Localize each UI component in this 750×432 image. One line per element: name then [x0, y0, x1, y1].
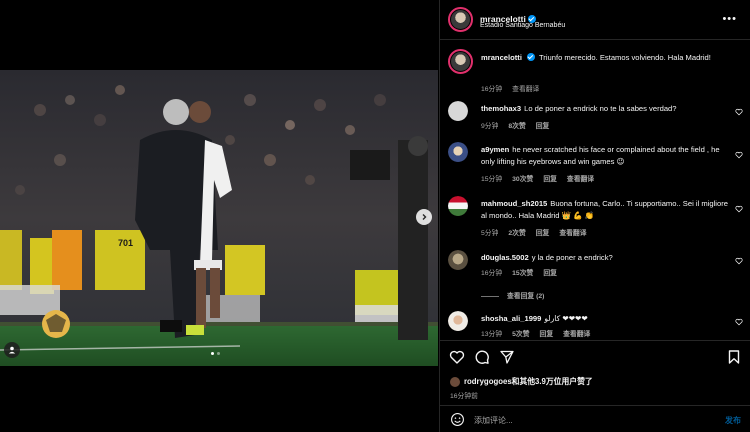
comment-text: d0uglas.5002 y la de poner a endrick?: [481, 252, 731, 264]
author-avatar[interactable]: [448, 7, 473, 32]
reply-button[interactable]: 回复: [536, 123, 550, 130]
comment-meta: 15分钟 30次赞 回复 查看翻译: [481, 173, 594, 183]
comment-likes[interactable]: 5次赞: [512, 331, 529, 338]
liker-username[interactable]: rodrygogoes: [464, 377, 512, 386]
tagged-users-button[interactable]: [4, 342, 20, 358]
comment-username[interactable]: a9ymen: [481, 145, 509, 154]
comment-meta: 13分钟 5次赞 回复 查看翻译: [481, 328, 590, 338]
reply-button[interactable]: 回复: [543, 176, 557, 183]
comment-time[interactable]: 15分钟: [481, 176, 502, 183]
reply-button[interactable]: 回复: [540, 331, 554, 338]
comment-likes[interactable]: 2次赞: [508, 230, 525, 237]
comment-text: a9ymen he never scratched his face or com…: [481, 144, 731, 167]
like-comment-heart-icon[interactable]: [735, 318, 743, 326]
commenter-avatar[interactable]: [448, 311, 468, 331]
caption-text: mrancelotti Triunfo merecido. Estamos vol…: [481, 52, 731, 64]
see-translation-link[interactable]: 查看翻译: [563, 331, 590, 338]
comment-likes[interactable]: 30次赞: [512, 176, 533, 183]
share-paper-plane-icon[interactable]: [499, 349, 515, 365]
commenter-avatar[interactable]: [448, 196, 468, 216]
post-photo[interactable]: 701: [0, 70, 438, 366]
like-comment-heart-icon[interactable]: [735, 151, 743, 159]
post-details-panel: mrancelotti Estadio Santiago Bernabéu ••…: [439, 0, 750, 432]
liker-avatar: [450, 376, 460, 387]
comment-username[interactable]: mahmoud_sh2015: [481, 199, 547, 208]
post-media: 701: [0, 0, 438, 432]
emoji-icon[interactable]: [450, 412, 465, 427]
comment-username[interactable]: themohax3: [481, 104, 521, 113]
next-image-button[interactable]: [416, 209, 432, 225]
comment-body: Lo de poner a endrick no te la sabes ver…: [524, 104, 677, 113]
more-options-icon[interactable]: •••: [722, 13, 737, 25]
add-comment-bar: 发布: [440, 405, 750, 432]
comments-list[interactable]: mrancelotti Triunfo merecido. Estamos vol…: [440, 41, 750, 341]
verified-badge-icon: [526, 53, 535, 61]
comment-text: shosha_ali_1999 كارلو ❤❤❤❤: [481, 313, 731, 325]
user-tag-icon: [8, 346, 16, 354]
carousel-dot-active: [211, 352, 214, 355]
caption-meta: 16分钟 查看翻译: [481, 83, 549, 93]
post-comment-button[interactable]: 发布: [725, 415, 741, 426]
carousel-indicator: [211, 352, 220, 355]
comment-text: mahmoud_sh2015 Buona fortuna, Carlo.. Ti …: [481, 198, 731, 221]
see-translation-link[interactable]: 查看翻译: [567, 176, 594, 183]
comment-likes[interactable]: 15次赞: [512, 270, 533, 277]
likes-count-text[interactable]: 和其他3.9万位用户赞了: [512, 376, 593, 387]
comment-time[interactable]: 13分钟: [481, 331, 502, 338]
likes-summary[interactable]: rodrygogoes 和其他3.9万位用户赞了: [450, 376, 593, 387]
post-timestamp: 16分钟前: [450, 393, 478, 400]
author-avatar-small[interactable]: [448, 49, 473, 74]
like-comment-heart-icon[interactable]: [735, 108, 743, 116]
comment-time[interactable]: 16分钟: [481, 270, 502, 277]
bookmark-icon[interactable]: [726, 349, 742, 365]
comment-body: y la de poner a endrick?: [531, 253, 613, 262]
comment-username[interactable]: d0uglas.5002: [481, 253, 529, 262]
carousel-dot: [217, 352, 220, 355]
reply-button[interactable]: 回复: [543, 270, 557, 277]
caption-body: Triunfo merecido. Estamos volviendo. Hal…: [538, 53, 711, 62]
comment-body: كارلو ❤❤❤❤: [544, 314, 588, 323]
comment-time[interactable]: 5分钟: [481, 230, 498, 237]
comment-meta: 5分钟 2次赞 回复 查看翻译: [481, 227, 587, 237]
see-translation-link[interactable]: 查看翻译: [559, 230, 586, 237]
comment-text: themohax3 Lo de poner a endrick no te la …: [481, 103, 731, 115]
reply-button[interactable]: 回复: [536, 230, 550, 237]
comment-likes[interactable]: 8次赞: [508, 123, 525, 130]
comment-meta: 16分钟 15次赞 回复: [481, 267, 557, 277]
comment-time[interactable]: 9分钟: [481, 123, 498, 130]
chevron-right-icon: [422, 214, 427, 220]
comment-input[interactable]: [474, 412, 694, 428]
commenter-avatar[interactable]: [448, 250, 468, 270]
comment-body: he never scratched his face or complaine…: [481, 145, 720, 166]
like-comment-heart-icon[interactable]: [735, 257, 743, 265]
like-comment-heart-icon[interactable]: [735, 205, 743, 213]
svg-text:701: 701: [118, 238, 133, 248]
comment-meta: 9分钟 8次赞 回复: [481, 120, 549, 130]
stadium-photo: 701: [0, 70, 438, 366]
commenter-avatar[interactable]: [448, 101, 468, 121]
commenter-avatar[interactable]: [448, 142, 468, 162]
see-translation-link[interactable]: 查看翻译: [512, 86, 539, 93]
like-heart-icon[interactable]: [449, 349, 465, 365]
view-replies-link[interactable]: 查看回复 (2): [481, 290, 544, 300]
comment-username[interactable]: shosha_ali_1999: [481, 314, 541, 323]
post-actions: rodrygogoes和其他3.9万位用户赞了 16分钟前 发布: [440, 340, 750, 432]
caption-username[interactable]: mrancelotti: [481, 53, 522, 62]
caption-time[interactable]: 16分钟: [481, 86, 502, 93]
post-header: mrancelotti Estadio Santiago Bernabéu ••…: [440, 0, 750, 40]
comment-bubble-icon[interactable]: [474, 349, 490, 365]
post-location[interactable]: Estadio Santiago Bernabéu: [480, 22, 565, 29]
